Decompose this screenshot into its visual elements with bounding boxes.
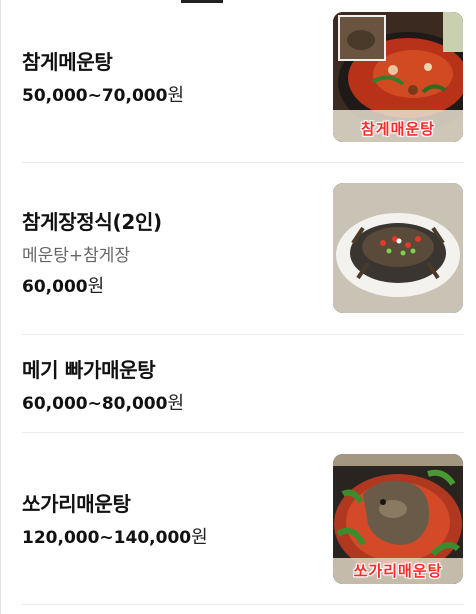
menu-item-photo[interactable]: 참게매운탕 [333, 12, 463, 142]
crab-dish-photo-illustration [333, 183, 463, 313]
photo-caption: 참게매운탕 [360, 120, 435, 138]
menu-item-price: 50,000~70,000원 [22, 81, 184, 107]
price-value: 60,000~80,000 [22, 394, 168, 414]
menu-item[interactable]: 참게장정식(2인) 메운탕+참게장 60,000원 [0, 162, 476, 335]
menu-item-name: 참게장정식(2인) [22, 210, 162, 234]
menu-item-name: 쏘가리매운탕 [22, 492, 131, 516]
menu-item-info: 메기 빠가매운탕 60,000~80,000원 [22, 354, 184, 415]
price-currency: 원 [167, 393, 185, 414]
price-currency: 원 [167, 85, 185, 106]
divider [22, 604, 464, 605]
menu-item-name: 참게메운탕 [22, 50, 113, 74]
menu-item-info: 참게메운탕 50,000~70,000원 [22, 46, 184, 107]
menu-item-photo[interactable] [333, 183, 463, 313]
menu-item-price: 60,000~80,000원 [22, 389, 184, 415]
price-value: 60,000 [22, 277, 88, 297]
photo-caption: 쏘가리매운탕 [353, 562, 443, 580]
menu-item[interactable]: 쏘가리매운탕 120,000~140,000원 쏘가리매운탕 [0, 432, 476, 605]
menu-item-name: 메기 빠가매운탕 [22, 358, 156, 382]
menu-item[interactable]: 메기 빠가매운탕 60,000~80,000원 [0, 334, 476, 433]
price-value: 50,000~70,000 [22, 86, 168, 106]
menu-item-photo[interactable]: 쏘가리매운탕 [333, 454, 463, 584]
menu-item-description: 메운탕+참게장 [22, 246, 131, 266]
price-currency: 원 [87, 276, 105, 297]
menu-item-info: 참게장정식(2인) 메운탕+참게장 60,000원 [22, 206, 162, 298]
price-currency: 원 [191, 527, 208, 548]
menu-item-price: 120,000~140,000원 [22, 523, 208, 549]
menu-item-price: 60,000원 [22, 272, 162, 298]
menu-item[interactable]: 참게메운탕 50,000~70,000원 참게매운탕 [0, 0, 476, 163]
price-value: 120,000~140,000 [22, 528, 192, 548]
menu-item-info: 쏘가리매운탕 120,000~140,000원 [22, 488, 208, 549]
